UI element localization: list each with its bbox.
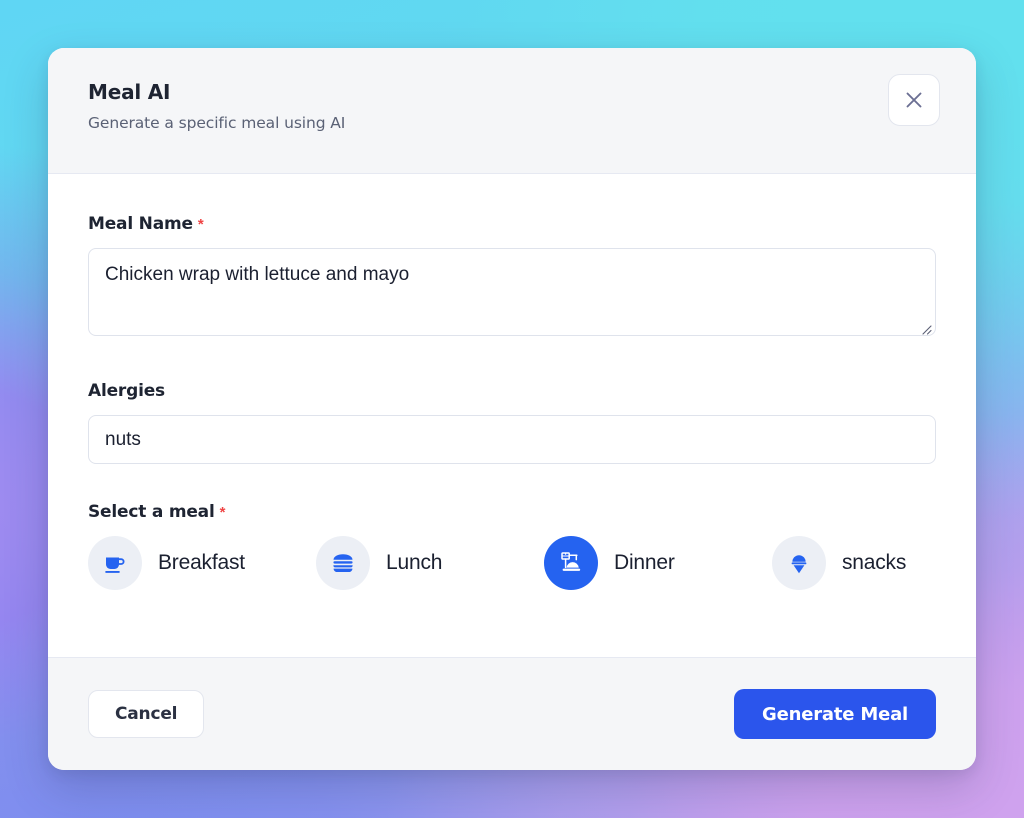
close-button[interactable]	[888, 74, 940, 126]
select-meal-label: Select a meal *	[88, 502, 936, 522]
meal-option-breakfast[interactable]: Breakfast	[88, 536, 316, 590]
field-allergies: Alergies	[88, 381, 936, 464]
allergies-label-text: Alergies	[88, 381, 165, 401]
meal-option-snacks[interactable]: snacks	[772, 536, 976, 590]
meal-name-textarea[interactable]	[88, 248, 936, 336]
meal-option-label: Breakfast	[158, 551, 245, 574]
cancel-button[interactable]: Cancel	[88, 690, 205, 738]
food-dome-icon	[544, 536, 598, 590]
generate-meal-button[interactable]: Generate Meal	[734, 689, 936, 739]
meal-name-label: Meal Name *	[88, 214, 936, 234]
field-meal-name: Meal Name *	[88, 214, 936, 341]
dialog-subtitle: Generate a specific meal using AI	[88, 114, 346, 132]
meal-option-dinner[interactable]: Dinner	[544, 536, 772, 590]
required-marker: *	[197, 216, 204, 233]
required-marker: *	[219, 504, 226, 521]
meal-option-lunch[interactable]: Lunch	[316, 536, 544, 590]
dialog-body: Meal Name * Alergies Select a mea	[48, 174, 976, 657]
meal-options-group: Breakfast Lunch Dinner snacks	[88, 536, 936, 590]
dialog-header-texts: Meal AI Generate a specific meal using A…	[88, 74, 345, 132]
dialog-title: Meal AI	[88, 80, 171, 104]
ice-cream-cone-icon	[772, 536, 826, 590]
close-icon	[903, 89, 925, 111]
meal-ai-dialog: Meal AI Generate a specific meal using A…	[48, 48, 976, 770]
meal-option-label: Lunch	[386, 551, 443, 574]
meal-option-label: snacks	[842, 551, 907, 574]
burger-icon	[316, 536, 370, 590]
select-meal-label-text: Select a meal	[88, 502, 215, 522]
dialog-footer: Cancel Generate Meal	[48, 657, 976, 770]
dialog-header: Meal AI Generate a specific meal using A…	[48, 48, 976, 174]
meal-name-input-wrap	[88, 248, 936, 341]
meal-name-label-text: Meal Name	[88, 214, 193, 234]
field-select-meal: Select a meal * Breakfast Lunch Dinner s…	[88, 502, 936, 590]
allergies-label: Alergies	[88, 381, 936, 401]
meal-option-label: Dinner	[614, 551, 675, 574]
coffee-cup-icon	[88, 536, 142, 590]
allergies-input[interactable]	[88, 415, 936, 464]
